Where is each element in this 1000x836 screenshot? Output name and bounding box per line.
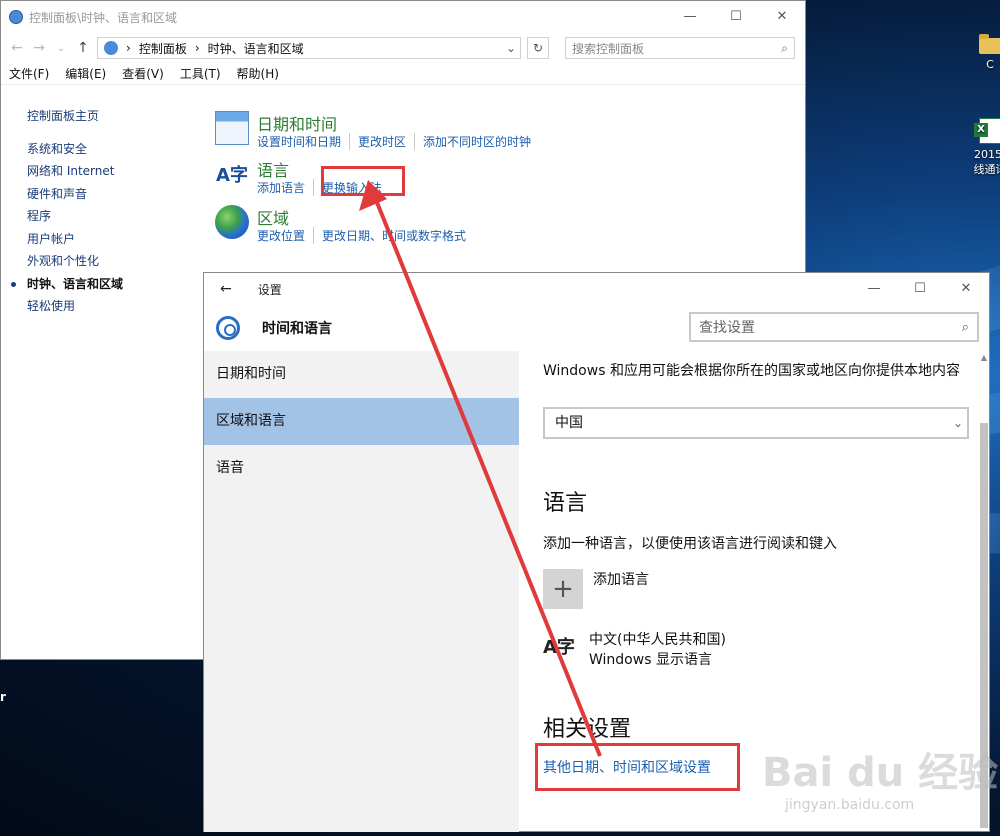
excel-file-icon bbox=[974, 118, 1000, 144]
link-set-time-date[interactable]: 设置时间和日期 bbox=[257, 133, 351, 150]
desktop-icon-label: 线通讯 bbox=[973, 163, 1000, 176]
related-settings-heading: 相关设置 bbox=[543, 717, 632, 742]
menu-edit[interactable]: 编辑(E) bbox=[65, 65, 106, 82]
window-controls: — ☐ ✕ bbox=[851, 273, 989, 303]
refresh-icon[interactable]: ↻ bbox=[527, 37, 549, 59]
sidebar-item-accounts[interactable]: 用户帐户 bbox=[27, 228, 123, 251]
breadcrumb-sep: › bbox=[194, 41, 200, 55]
sidebar-item-network[interactable]: 网络和 Internet bbox=[27, 160, 123, 183]
link-add-language[interactable]: 添加语言 bbox=[257, 179, 315, 196]
sidebar-item-home[interactable]: 控制面板主页 bbox=[27, 105, 123, 128]
desktop-excel-icon[interactable]: 2015- 线通讯 bbox=[960, 118, 1000, 177]
menu-view[interactable]: 查看(V) bbox=[122, 65, 164, 82]
desktop-icon-label: C bbox=[986, 58, 994, 71]
menu-tools[interactable]: 工具(T) bbox=[180, 65, 221, 82]
breadcrumb-item[interactable]: 时钟、语言和区域 bbox=[208, 40, 304, 57]
sidebar-item-ease-of-access[interactable]: 轻松使用 bbox=[27, 295, 123, 318]
link-change-formats[interactable]: 更改日期、时间或数字格式 bbox=[322, 227, 474, 244]
category-title[interactable]: 区域 bbox=[257, 205, 289, 229]
address-row: ← → ⌄ ↑ › 控制面板 › 时钟、语言和区域 ⌄ ↻ 搜索控制面板 ⌕ bbox=[1, 33, 805, 63]
link-change-timezone[interactable]: 更改时区 bbox=[358, 133, 416, 150]
close-button[interactable]: ✕ bbox=[943, 273, 989, 303]
menu-help[interactable]: 帮助(H) bbox=[237, 65, 279, 82]
recent-dropdown-icon[interactable]: ⌄ bbox=[53, 43, 69, 54]
language-icon: A字 bbox=[543, 637, 575, 658]
search-placeholder: 搜索控制面板 bbox=[572, 41, 645, 56]
window-title: 控制面板\时钟、语言和区域 bbox=[29, 10, 178, 25]
sidebar-item-programs[interactable]: 程序 bbox=[27, 205, 123, 228]
control-panel-icon bbox=[104, 41, 118, 55]
select-value: 中国 bbox=[555, 415, 583, 431]
highlight-box bbox=[535, 743, 740, 791]
watermark-url: jingyan.baidu.com bbox=[785, 797, 915, 813]
language-description: 添加一种语言，以便使用该语言进行阅读和键入 bbox=[543, 536, 837, 552]
menu-bar: 文件(F) 编辑(E) 查看(V) 工具(T) 帮助(H) bbox=[1, 63, 805, 85]
scroll-up-icon[interactable]: ▲ bbox=[979, 353, 989, 362]
region-description: Windows 和应用可能会根据你所在的国家或地区向你提供本地内容 bbox=[543, 363, 960, 379]
highlight-box bbox=[321, 166, 405, 196]
desktop-stray-text: r bbox=[0, 690, 6, 704]
search-icon: ⌕ bbox=[781, 40, 788, 55]
language-name[interactable]: 中文(中华人民共和国) bbox=[589, 629, 726, 649]
search-placeholder: 查找设置 bbox=[699, 320, 755, 336]
add-language-button[interactable]: 添加语言 bbox=[593, 569, 649, 589]
sidebar: 控制面板主页 系统和安全 网络和 Internet 硬件和声音 程序 用户帐户 … bbox=[10, 105, 123, 318]
nav-date-time[interactable]: 日期和时间 bbox=[204, 351, 519, 398]
sidebar-item-appearance[interactable]: 外观和个性化 bbox=[27, 250, 123, 273]
nav-speech[interactable]: 语音 bbox=[204, 445, 519, 492]
language-icon: A字 bbox=[216, 165, 248, 186]
language-status: Windows 显示语言 bbox=[589, 652, 712, 668]
maximize-button[interactable]: ☐ bbox=[897, 273, 943, 303]
sidebar-item-security[interactable]: 系统和安全 bbox=[27, 138, 123, 161]
language-heading: 语言 bbox=[543, 491, 588, 516]
globe-icon bbox=[215, 205, 249, 239]
nav-region-language[interactable]: 区域和语言 bbox=[204, 398, 519, 445]
link-add-clocks[interactable]: 添加不同时区的时钟 bbox=[423, 133, 539, 150]
control-panel-icon bbox=[9, 10, 23, 24]
forward-icon[interactable]: → bbox=[31, 40, 47, 56]
category-title[interactable]: 日期和时间 bbox=[257, 111, 337, 135]
sidebar-item-hardware[interactable]: 硬件和声音 bbox=[27, 183, 123, 206]
category-links: 设置时间和日期 更改时区 添加不同时区的时钟 bbox=[257, 133, 547, 150]
calendar-clock-icon bbox=[215, 111, 249, 145]
settings-nav: 日期和时间 区域和语言 语音 bbox=[204, 351, 519, 832]
category-title[interactable]: 语言 bbox=[257, 157, 289, 181]
minimize-button[interactable]: — bbox=[851, 273, 897, 303]
find-setting-input[interactable]: 查找设置 ⌕ bbox=[689, 312, 979, 342]
chevron-down-icon[interactable]: ⌄ bbox=[502, 41, 520, 55]
link-change-location[interactable]: 更改位置 bbox=[257, 227, 315, 244]
menu-file[interactable]: 文件(F) bbox=[9, 65, 49, 82]
back-button[interactable]: ← bbox=[220, 281, 232, 297]
close-button[interactable]: ✕ bbox=[759, 1, 805, 31]
up-icon[interactable]: ↑ bbox=[75, 40, 91, 56]
sidebar-item-clock-region[interactable]: 时钟、语言和区域 bbox=[10, 273, 123, 296]
chevron-down-icon: ⌄ bbox=[952, 416, 963, 430]
gear-icon bbox=[216, 316, 240, 340]
folder-icon bbox=[979, 34, 1000, 54]
address-bar[interactable]: › 控制面板 › 时钟、语言和区域 ⌄ bbox=[97, 37, 521, 59]
window-controls: — ☐ ✕ bbox=[667, 1, 805, 31]
back-icon[interactable]: ← bbox=[9, 40, 25, 56]
breadcrumb-item[interactable]: 控制面板 bbox=[139, 40, 187, 57]
minimize-button[interactable]: — bbox=[667, 1, 713, 31]
plus-icon[interactable]: + bbox=[543, 569, 583, 609]
search-input[interactable]: 搜索控制面板 ⌕ bbox=[565, 37, 795, 59]
maximize-button[interactable]: ☐ bbox=[713, 1, 759, 31]
desktop-folder-icon[interactable]: C bbox=[960, 34, 1000, 71]
category-links: 更改位置 更改日期、时间或数字格式 bbox=[257, 227, 482, 244]
desktop-icon-label: 2015- bbox=[974, 148, 1000, 161]
search-icon: ⌕ bbox=[961, 319, 969, 335]
country-region-select[interactable]: 中国 ⌄ bbox=[543, 407, 969, 439]
settings-window-title: 设置 bbox=[257, 282, 282, 297]
settings-header-title: 时间和语言 bbox=[262, 321, 332, 337]
watermark-brand: Bai du 经验 bbox=[762, 750, 999, 796]
breadcrumb-sep: › bbox=[126, 41, 131, 55]
